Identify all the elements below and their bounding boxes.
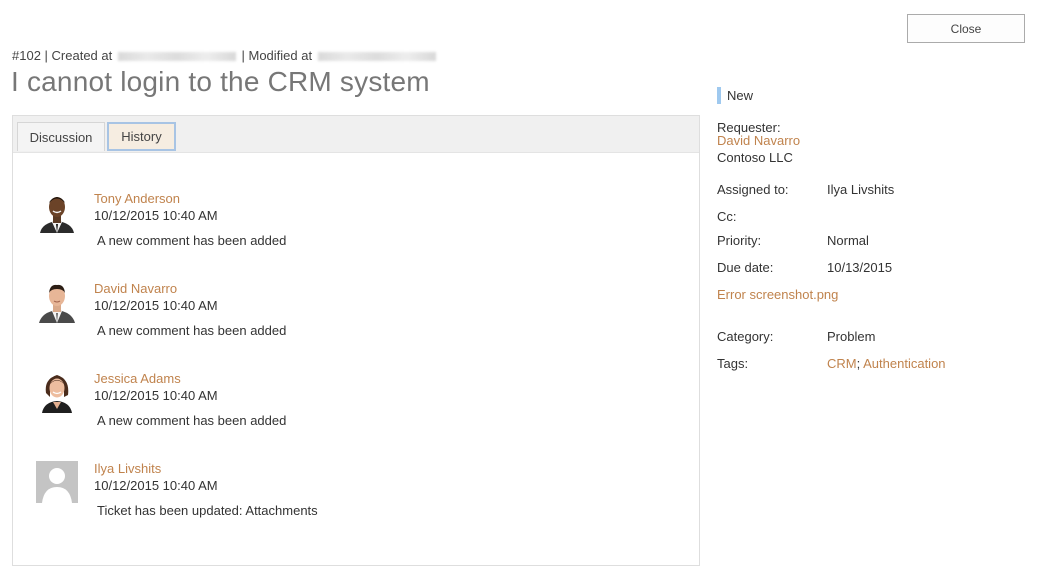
ticket-number: #102 — [12, 48, 41, 63]
history-date: 10/12/2015 10:40 AM — [94, 298, 218, 313]
history-date: 10/12/2015 10:40 AM — [94, 388, 218, 403]
tags-list: CRM; Authentication — [827, 356, 946, 371]
tag-authentication-link[interactable]: Authentication — [863, 356, 945, 371]
tags-label: Tags: — [717, 356, 749, 371]
history-text: A new comment has been added — [97, 233, 287, 248]
history-text: A new comment has been added — [97, 323, 287, 338]
cc-label: Cc: — [717, 209, 737, 224]
assigned-value: Ilya Livshits — [827, 182, 895, 197]
status-badge: New — [717, 87, 753, 104]
history-text: Ticket has been updated: Attachments — [97, 503, 318, 518]
history-text: A new comment has been added — [97, 413, 287, 428]
default-user-avatar — [36, 461, 78, 503]
jessica-adams-avatar — [36, 371, 78, 413]
history-author[interactable]: Tony Anderson — [94, 191, 180, 206]
tab-history[interactable]: History — [107, 122, 176, 151]
history-entry: Ilya Livshits 10/12/2015 10:40 AM Ticket… — [36, 461, 636, 531]
history-author[interactable]: Jessica Adams — [94, 371, 181, 386]
redacted-created-date — [117, 52, 236, 62]
history-entry: Jessica Adams 10/12/2015 10:40 AM A new … — [36, 371, 636, 441]
category-label: Category: — [717, 329, 774, 344]
assigned-label: Assigned to: — [717, 182, 789, 197]
history-author[interactable]: Ilya Livshits — [94, 461, 161, 476]
history-date: 10/12/2015 10:40 AM — [94, 208, 218, 223]
priority-value: Normal — [827, 233, 869, 248]
ticket-title: I cannot login to the CRM system — [11, 66, 430, 97]
attachment-link[interactable]: Error screenshot.png — [717, 287, 838, 302]
category-value: Problem — [827, 329, 876, 344]
tag-crm-link[interactable]: CRM — [827, 356, 857, 371]
redacted-modified-date — [317, 52, 436, 62]
ticket-meta: #102 | Created at | Modified at — [12, 48, 438, 63]
close-button[interactable]: Close — [907, 14, 1025, 43]
tony-anderson-avatar — [36, 191, 78, 233]
history-author[interactable]: David Navarro — [94, 281, 177, 296]
history-panel: Discussion History Tony Anderson 10/12/2… — [12, 115, 700, 566]
modified-label: | Modified at — [241, 48, 313, 63]
tab-discussion[interactable]: Discussion — [17, 122, 105, 151]
requester-name-link[interactable]: David Navarro — [717, 133, 800, 148]
due-date-label: Due date: — [717, 260, 774, 275]
tab-bar: Discussion History — [13, 116, 699, 153]
created-label: | Created at — [44, 48, 113, 63]
history-entry: Tony Anderson 10/12/2015 10:40 AM A new … — [36, 191, 636, 261]
requester-company: Contoso LLC — [717, 150, 793, 165]
due-date-value: 10/13/2015 — [827, 260, 893, 275]
david-navarro-avatar — [36, 281, 78, 323]
tag-separator: ; — [856, 356, 861, 371]
priority-label: Priority: — [717, 233, 762, 248]
history-entry: David Navarro 10/12/2015 10:40 AM A new … — [36, 281, 636, 351]
history-date: 10/12/2015 10:40 AM — [94, 478, 218, 493]
